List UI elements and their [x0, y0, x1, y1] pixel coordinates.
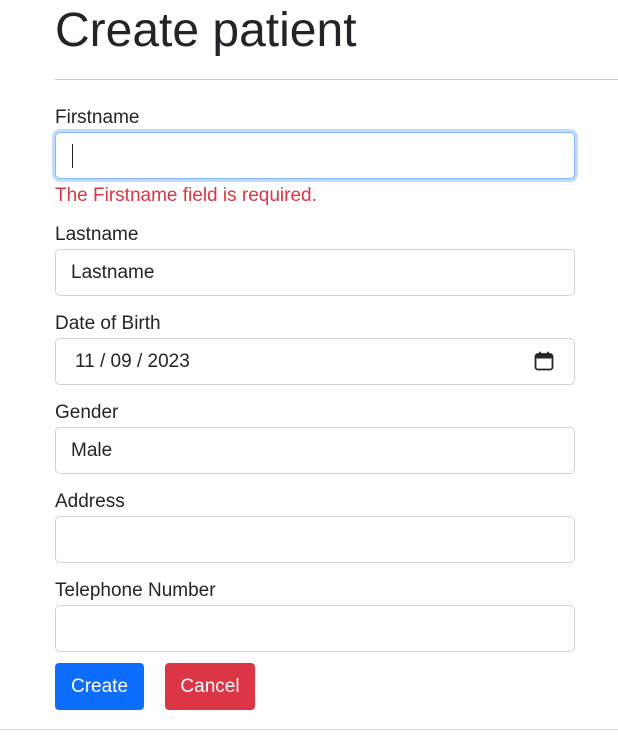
firstname-label: Firstname: [55, 107, 140, 128]
gender-input[interactable]: Male: [55, 427, 575, 474]
telephone-field-group: Telephone Number: [55, 579, 575, 652]
firstname-field-group: Firstname The Firstname field is require…: [55, 106, 575, 209]
telephone-label: Telephone Number: [55, 580, 216, 601]
address-label: Address: [55, 491, 125, 512]
create-button[interactable]: Create: [55, 663, 144, 710]
firstname-validation-error: The Firstname field is required.: [55, 185, 317, 206]
create-patient-page: Create patient Firstname The Firstname f…: [0, 0, 618, 735]
address-input[interactable]: [55, 516, 575, 563]
title-divider: [55, 79, 618, 80]
telephone-input[interactable]: [55, 605, 575, 652]
text-caret: [72, 144, 73, 168]
dob-label: Date of Birth: [55, 313, 161, 334]
gender-value: Male: [71, 440, 113, 461]
page-title: Create patient: [55, 4, 357, 57]
gender-label: Gender: [55, 402, 119, 423]
address-field-group: Address: [55, 490, 575, 563]
lastname-input[interactable]: Lastname: [55, 249, 575, 296]
firstname-input[interactable]: [55, 132, 575, 179]
lastname-field-group: Lastname Lastname: [55, 223, 575, 296]
patient-form: Firstname The Firstname field is require…: [55, 106, 575, 668]
form-actions: Create Cancel: [55, 663, 255, 710]
gender-field-group: Gender Male: [55, 401, 575, 474]
dob-value: 11 / 09 / 2023: [75, 351, 190, 372]
lastname-label: Lastname: [55, 224, 139, 245]
dob-input[interactable]: 11 / 09 / 2023: [55, 338, 575, 385]
dob-field-group: Date of Birth 11 / 09 / 2023: [55, 312, 575, 385]
calendar-icon[interactable]: [534, 351, 554, 371]
cancel-button[interactable]: Cancel: [165, 663, 255, 710]
footer-divider: [0, 729, 618, 730]
lastname-value: Lastname: [71, 262, 155, 283]
